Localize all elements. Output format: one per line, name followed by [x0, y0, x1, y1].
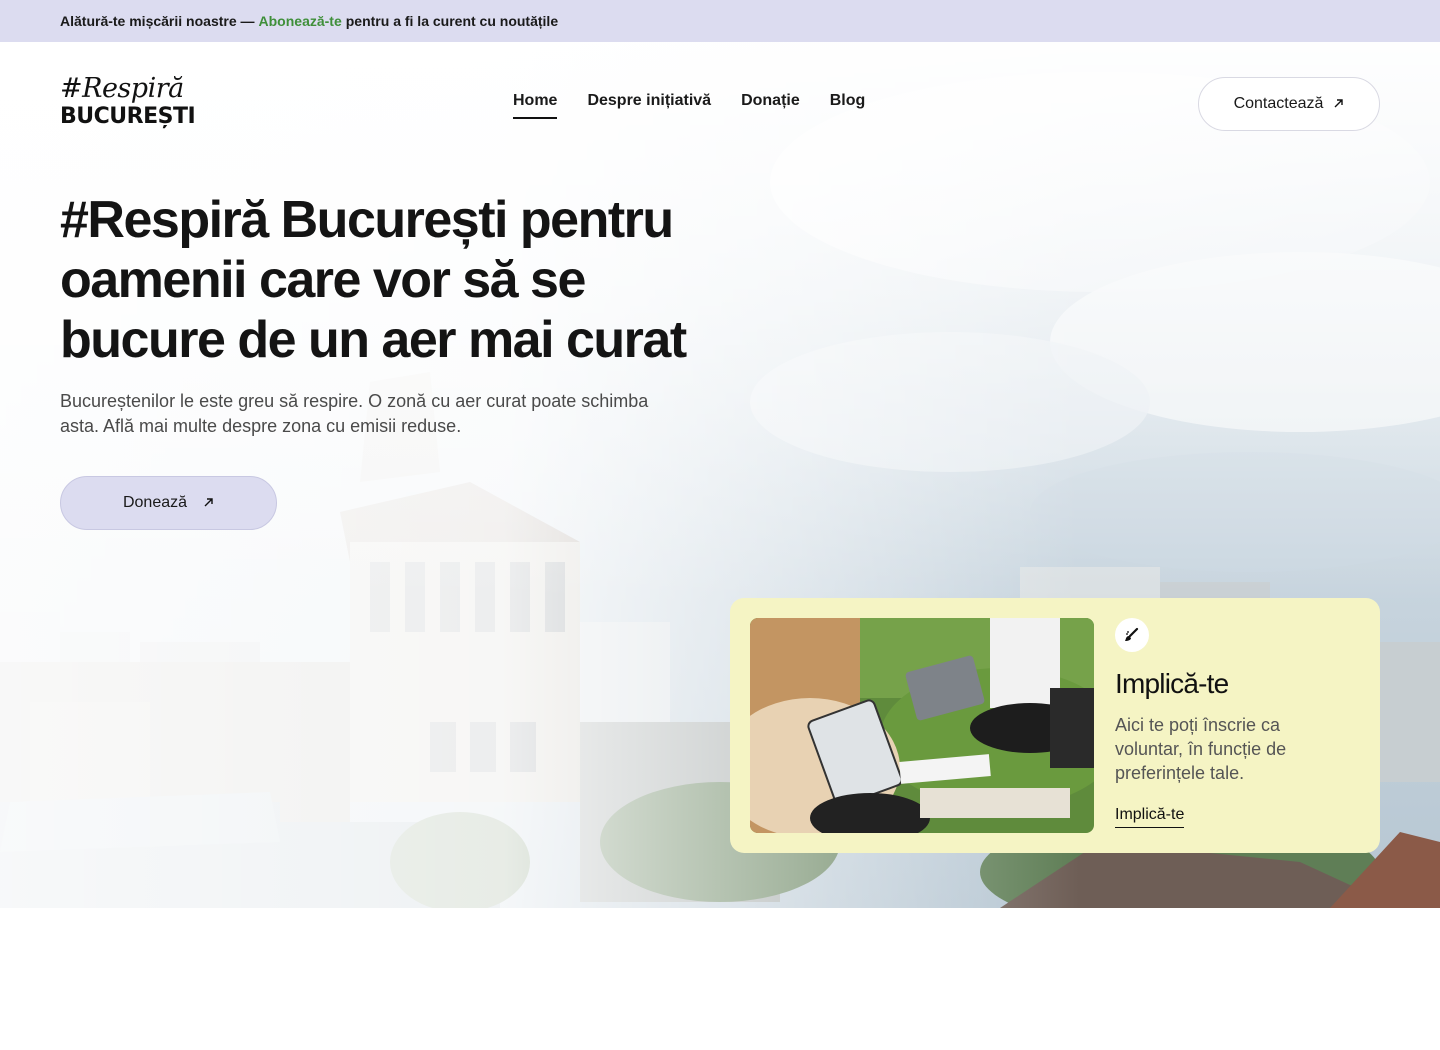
brush-icon [1115, 618, 1149, 652]
subscribe-link[interactable]: Abonează-te [259, 13, 342, 29]
hero-lead: Bucureștenilor le este greu să respire. … [60, 391, 649, 436]
announcement-suffix: pentru a fi la curent cu noutățile [345, 13, 559, 29]
card-title: Implică-te [1115, 668, 1229, 699]
contact-button-label: Contactează [1233, 95, 1324, 112]
hero-headline: #Respiră București pentru oamenii care v… [60, 191, 687, 369]
logo-block-text: BUCUREȘTI [60, 104, 196, 129]
nav-item-donatie[interactable]: Donație [741, 92, 800, 119]
donate-button[interactable]: Donează [60, 476, 277, 530]
arrow-up-right-icon [1333, 97, 1344, 112]
contact-button[interactable]: Contactează [1198, 77, 1380, 131]
main-nav: Home Despre inițiativă Donație Blog [513, 92, 865, 119]
announcement-bar: Alătură-te mișcării noastre — Abonează-t… [0, 0, 1440, 42]
site-logo[interactable]: #Respiră BUCUREȘTI [60, 73, 196, 132]
card-link[interactable]: Implică-te [1115, 806, 1185, 828]
volunteer-photo [750, 618, 1094, 833]
card-description: Aici te poți înscrie ca voluntar, în fun… [1115, 715, 1287, 783]
volunteer-card: Implică-te Aici te poți înscrie ca volun… [730, 598, 1380, 853]
nav-item-blog[interactable]: Blog [830, 92, 866, 119]
logo-script-text: #Respiră [60, 73, 184, 104]
nav-item-home[interactable]: Home [513, 92, 558, 119]
arrow-up-right-icon [203, 496, 214, 511]
donate-button-label: Donează [122, 494, 188, 511]
announcement-prefix: Alătură-te mișcării noastre — [60, 13, 255, 29]
nav-item-despre[interactable]: Despre inițiativă [587, 92, 711, 119]
